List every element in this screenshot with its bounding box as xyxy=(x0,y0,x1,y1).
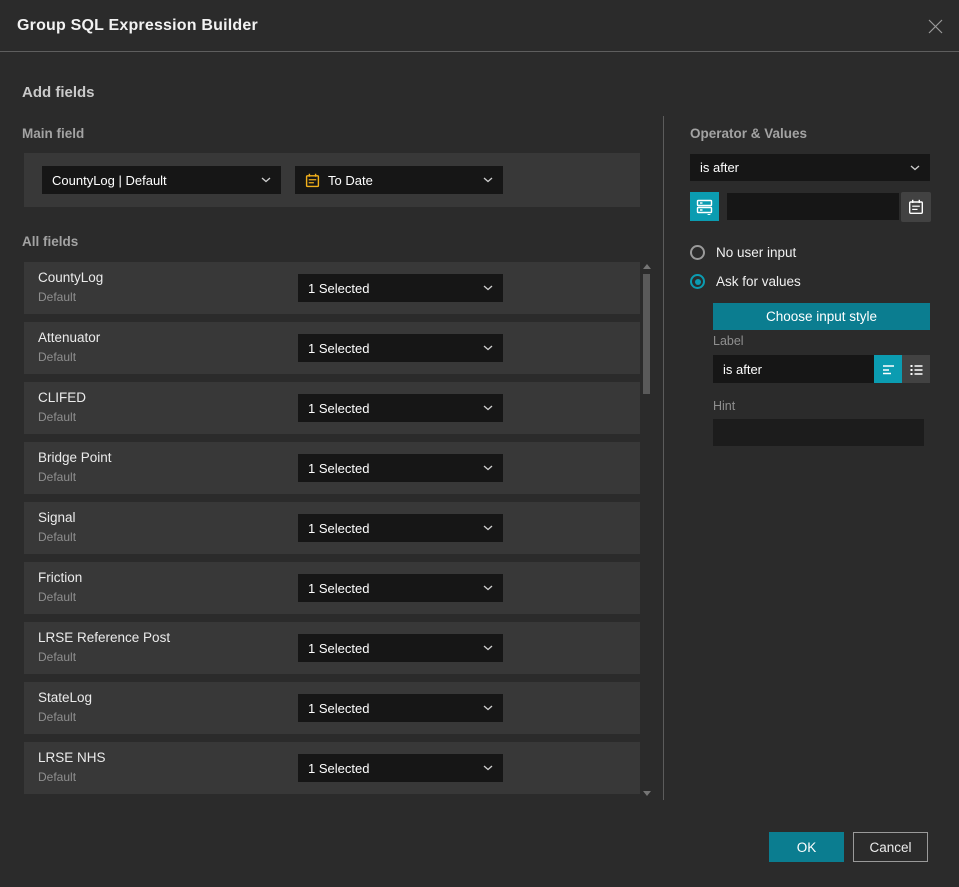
scroll-up-icon[interactable] xyxy=(643,264,651,269)
chevron-down-icon xyxy=(483,525,493,531)
main-field-select-value: CountyLog | Default xyxy=(52,172,167,188)
field-name: StateLog xyxy=(38,690,93,705)
field-row: LRSE Reference Post Default 1 Selected xyxy=(24,622,640,674)
field-selected-dropdown[interactable]: 1 Selected xyxy=(298,694,503,722)
hint-caption: Hint xyxy=(713,399,736,413)
field-selected-dropdown[interactable]: 1 Selected xyxy=(298,394,503,422)
group-sql-expression-builder-dialog: Group SQL Expression Builder Add fields … xyxy=(0,0,959,887)
unique-values-icon[interactable] xyxy=(690,192,719,221)
calendar-icon xyxy=(305,173,320,188)
field-name: LRSE Reference Post xyxy=(38,630,171,645)
field-selected-dropdown[interactable]: 1 Selected xyxy=(298,274,503,302)
dialog-title: Group SQL Expression Builder xyxy=(17,17,258,34)
field-name: Friction xyxy=(38,570,83,585)
chevron-down-icon xyxy=(483,285,493,291)
calendar-picker-icon[interactable] xyxy=(901,192,931,222)
all-fields-label: All fields xyxy=(22,234,79,249)
field-selected-value: 1 Selected xyxy=(308,400,370,416)
radio-circle-icon xyxy=(690,274,705,289)
field-selected-value: 1 Selected xyxy=(308,280,370,296)
operator-select[interactable]: is after xyxy=(690,154,930,181)
field-row: CountyLog Default 1 Selected xyxy=(24,262,640,314)
field-selected-value: 1 Selected xyxy=(308,460,370,476)
field-name: Bridge Point xyxy=(38,450,112,465)
field-selected-value: 1 Selected xyxy=(308,700,370,716)
main-field-select[interactable]: CountyLog | Default xyxy=(42,166,281,194)
chevron-down-icon xyxy=(910,165,920,171)
field-selected-dropdown[interactable]: 1 Selected xyxy=(298,514,503,542)
chevron-down-icon xyxy=(483,765,493,771)
field-row: Attenuator Default 1 Selected xyxy=(24,322,640,374)
field-name: CountyLog xyxy=(38,270,104,285)
field-row: Bridge Point Default 1 Selected xyxy=(24,442,640,494)
cancel-button[interactable]: Cancel xyxy=(853,832,928,862)
field-selected-value: 1 Selected xyxy=(308,640,370,656)
main-field-label: Main field xyxy=(22,126,85,141)
field-subtitle: Default xyxy=(38,410,77,424)
date-type-select-value: To Date xyxy=(328,172,373,188)
field-name: LRSE NHS xyxy=(38,750,106,765)
main-field-panel: CountyLog | Default To Date xyxy=(24,153,640,207)
field-selected-value: 1 Selected xyxy=(308,520,370,536)
field-subtitle: Default xyxy=(38,350,77,364)
list-scrollbar xyxy=(643,263,651,797)
field-name: CLIFED xyxy=(38,390,87,405)
field-row: CLIFED Default 1 Selected xyxy=(24,382,640,434)
radio-circle-icon xyxy=(690,245,705,260)
field-name: Signal xyxy=(38,510,76,525)
field-subtitle: Default xyxy=(38,590,77,604)
chevron-down-icon xyxy=(483,585,493,591)
ok-button[interactable]: OK xyxy=(769,832,844,862)
field-selected-value: 1 Selected xyxy=(308,340,370,356)
chevron-down-icon xyxy=(483,705,493,711)
date-type-select[interactable]: To Date xyxy=(295,166,503,194)
field-name: Attenuator xyxy=(38,330,101,345)
all-fields-list: CountyLog Default 1 Selected Attenuator … xyxy=(24,262,640,794)
add-fields-heading: Add fields xyxy=(22,84,95,101)
field-selected-value: 1 Selected xyxy=(308,760,370,776)
field-selected-dropdown[interactable]: 1 Selected xyxy=(298,454,503,482)
scroll-down-icon[interactable] xyxy=(643,791,651,796)
bullet-list-icon[interactable] xyxy=(902,355,930,383)
chevron-down-icon xyxy=(483,177,493,183)
chevron-down-icon xyxy=(483,345,493,351)
field-subtitle: Default xyxy=(38,770,77,784)
field-selected-value: 1 Selected xyxy=(308,580,370,596)
field-subtitle: Default xyxy=(38,470,77,484)
label-caption: Label xyxy=(713,334,744,348)
align-left-icon[interactable] xyxy=(874,355,902,383)
field-selected-dropdown[interactable]: 1 Selected xyxy=(298,634,503,662)
radio-label: Ask for values xyxy=(716,274,801,289)
field-selected-dropdown[interactable]: 1 Selected xyxy=(298,574,503,602)
hint-input[interactable] xyxy=(713,419,924,446)
vertical-divider xyxy=(663,116,664,800)
scrollbar-thumb[interactable] xyxy=(643,274,650,394)
radio-ask-for-values[interactable]: Ask for values xyxy=(690,274,801,289)
close-icon[interactable] xyxy=(924,15,946,37)
field-subtitle: Default xyxy=(38,650,77,664)
choose-input-style-button[interactable]: Choose input style xyxy=(713,303,930,330)
radio-label: No user input xyxy=(716,245,797,260)
dialog-header: Group SQL Expression Builder xyxy=(0,0,959,52)
operator-values-heading: Operator & Values xyxy=(690,126,808,141)
field-subtitle: Default xyxy=(38,710,77,724)
field-selected-dropdown[interactable]: 1 Selected xyxy=(298,754,503,782)
chevron-down-icon xyxy=(483,405,493,411)
label-input[interactable] xyxy=(713,355,874,383)
field-row: Friction Default 1 Selected xyxy=(24,562,640,614)
field-subtitle: Default xyxy=(38,290,77,304)
value-input[interactable] xyxy=(727,193,899,220)
field-row: StateLog Default 1 Selected xyxy=(24,682,640,734)
chevron-down-icon xyxy=(483,465,493,471)
field-row: LRSE NHS Default 1 Selected xyxy=(24,742,640,794)
field-subtitle: Default xyxy=(38,530,77,544)
chevron-down-icon xyxy=(483,645,493,651)
operator-select-value: is after xyxy=(700,160,740,175)
input-style-toggle xyxy=(874,355,930,383)
field-selected-dropdown[interactable]: 1 Selected xyxy=(298,334,503,362)
chevron-down-icon xyxy=(261,177,271,183)
field-row: Signal Default 1 Selected xyxy=(24,502,640,554)
radio-no-user-input[interactable]: No user input xyxy=(690,245,796,260)
